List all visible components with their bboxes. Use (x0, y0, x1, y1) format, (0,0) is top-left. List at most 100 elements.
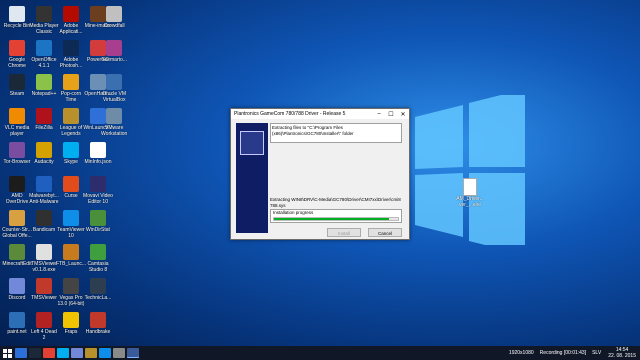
taskbar-app-teamviewer[interactable] (99, 348, 111, 358)
desktop-icon[interactable]: Curse (56, 176, 86, 199)
desktop-icon-label: TMSViewer (31, 295, 57, 301)
taskbar-app-installer[interactable] (127, 348, 139, 358)
desktop-icon[interactable]: TMSViewer v0.1.8.exe (29, 244, 59, 273)
taskbar-app-steam[interactable] (29, 348, 41, 358)
windows-logo (415, 95, 525, 245)
desktop-icon[interactable]: Discord (2, 278, 32, 301)
app-icon (36, 142, 52, 158)
app-icon (63, 108, 79, 124)
desktop-icon[interactable]: TechnicLa... (83, 278, 113, 301)
app-icon (9, 278, 25, 294)
desktop-icon[interactable]: Media Player Classic (29, 6, 59, 35)
app-icon (9, 244, 25, 260)
desktop-icon-label: Adobe Photosh... (59, 57, 83, 69)
desktop-icon-label: Handbrake (85, 329, 111, 335)
app-icon (90, 176, 106, 192)
desktop-icon[interactable]: FTB_Launc... (56, 244, 86, 267)
cancel-button[interactable]: Cancel (368, 228, 402, 237)
app-icon (36, 108, 52, 124)
app-icon (9, 176, 25, 192)
desktop-icon-label: AMD OverDrive (5, 193, 29, 205)
desktop-icon[interactable]: Adobe Applicati... (56, 6, 86, 35)
desktop-icon[interactable]: AMD OverDrive (2, 176, 32, 205)
desktop-icon[interactable]: MinecraftEdit (2, 244, 32, 267)
taskbar-app-game[interactable] (85, 348, 97, 358)
extracting-file-text: Extracting WIN8\DRV\C-Media\GC780\Driver… (270, 197, 401, 208)
desktop-icon[interactable]: Crowdfall (99, 6, 129, 29)
desktop-icon[interactable]: Malwarebyt... Anti-Malware (29, 176, 59, 205)
desktop-icon-label: Bandicam (32, 227, 56, 233)
desktop-icon-label: Skype (64, 159, 78, 165)
package-icon (240, 131, 264, 155)
maximize-button[interactable]: ☐ (385, 111, 397, 118)
desktop-icon[interactable]: VLC media player (2, 108, 32, 137)
desktop-icon[interactable]: Google Chrome (2, 40, 32, 69)
dialog-titlebar: Plantronics GameCom 780/788 Driver - Rel… (231, 109, 409, 119)
desktop-icon[interactable]: Adobe Photosh... (56, 40, 86, 69)
app-icon (63, 312, 79, 328)
desktop-icon-label: Crowdfall (103, 23, 125, 29)
close-button[interactable]: ✕ (397, 111, 409, 118)
desktop-icon[interactable]: MinInfo.json (83, 142, 113, 165)
taskbar-app-explorer[interactable] (15, 348, 27, 358)
desktop-icon-label: Adobe Applicati... (59, 23, 83, 35)
taskbar-app-generic[interactable] (113, 348, 125, 358)
taskbar-app-chrome[interactable] (43, 348, 55, 358)
desktop-icon[interactable]: Audacity (29, 142, 59, 165)
clock[interactable]: 14:54 22. 08. 2015 (604, 347, 640, 359)
app-icon (9, 108, 25, 124)
desktop-icon[interactable]: League of Legends (56, 108, 86, 137)
desktop-icon[interactable]: Steam (2, 74, 32, 97)
install-button[interactable]: Install (327, 228, 361, 237)
desktop-icon[interactable]: Handbrake (83, 312, 113, 335)
desktop-icon[interactable]: Vegas Pro 13.0 (64-bit) (56, 278, 86, 307)
desktop-icon[interactable]: Fraps (56, 312, 86, 335)
app-icon (9, 210, 25, 226)
app-icon (63, 278, 79, 294)
desktop-file-label: AM_Driver... ver_...exe (456, 196, 484, 208)
app-icon (36, 6, 52, 22)
app-icon (36, 312, 52, 328)
desktop-icon-label: Tor-Browser (3, 159, 31, 165)
desktop-icon[interactable]: OpenOffice 4.1.1 (29, 40, 59, 69)
installer-banner (236, 123, 268, 233)
desktop-icon[interactable]: Bandicam (29, 210, 59, 233)
desktop-icon[interactable]: Left 4 Dead 2 (29, 312, 59, 341)
desktop-icon-label: Recycle Bin (3, 23, 31, 29)
language-indicator[interactable]: SLV (589, 350, 604, 356)
desktop-icon[interactable]: freemarto... (99, 40, 129, 63)
recording-resolution[interactable]: 1920x1080 (506, 350, 537, 356)
desktop-icon-label: VMware Workstation (101, 125, 128, 137)
app-icon (106, 74, 123, 90)
desktop-icon[interactable]: Skype (56, 142, 86, 165)
desktop-icon-label: Media Player Classic (29, 23, 59, 35)
desktop-icon-label: Vegas Pro 13.0 (64-bit) (57, 295, 85, 307)
desktop-file[interactable]: AM_Driver... ver_...exe (455, 178, 485, 208)
desktop-icon[interactable]: Camtasia Studio 8 (83, 244, 113, 273)
desktop-icon[interactable]: paint.net (2, 312, 32, 335)
desktop-icon[interactable]: Tor-Browser (2, 142, 32, 165)
recording-status[interactable]: Recording [00:01:43] (537, 350, 589, 356)
app-icon (106, 6, 123, 22)
desktop-icon-label: Discord (8, 295, 26, 301)
desktop-icon-label: Camtasia Studio 8 (87, 261, 109, 273)
app-icon (9, 6, 25, 22)
desktop-icon[interactable]: WinDirStat (83, 210, 113, 233)
minimize-button[interactable]: – (373, 111, 385, 117)
app-icon (90, 210, 106, 226)
desktop-icon[interactable]: Notepad++ (29, 74, 59, 97)
desktop-icon[interactable]: Counter-Str... Global Offe... (2, 210, 32, 239)
start-button[interactable] (0, 346, 14, 360)
desktop-icon[interactable]: TMSViewer (29, 278, 59, 301)
app-icon (63, 176, 79, 192)
desktop-icon[interactable]: Oracle VM VirtualBox (99, 74, 129, 103)
desktop-icon[interactable]: Movavi Video Editor 10 (83, 176, 113, 205)
taskbar-app-discord[interactable] (71, 348, 83, 358)
desktop-icon[interactable]: Recycle Bin (2, 6, 32, 29)
desktop-icon[interactable]: TeamViewer 10 (56, 210, 86, 239)
desktop-icon[interactable]: VMware Workstation (99, 108, 129, 137)
taskbar: 1920x1080 Recording [00:01:43] SLV 14:54… (0, 346, 640, 360)
desktop-icon[interactable]: FileZilla (29, 108, 59, 131)
desktop-icon[interactable]: Pop-corn Time (56, 74, 86, 103)
taskbar-app-skype[interactable] (57, 348, 69, 358)
